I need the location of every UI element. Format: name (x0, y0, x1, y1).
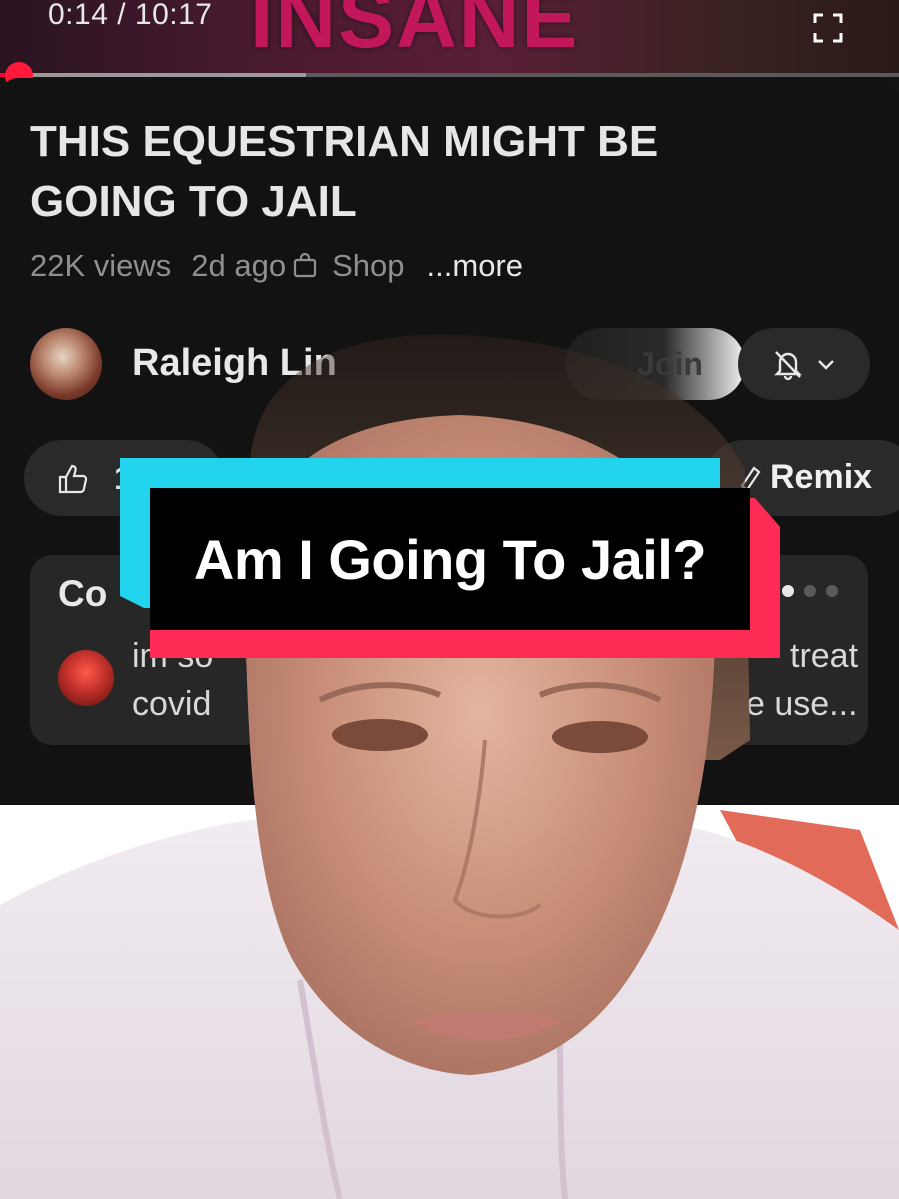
join-button[interactable]: Join (565, 328, 745, 400)
notifications-button[interactable] (738, 328, 870, 400)
channel-name[interactable]: Raleigh Lin (132, 342, 337, 385)
upload-age: 2d ago (191, 248, 287, 283)
video-title: THIS EQUESTRIAN MIGHT BE GOING TO JAIL (30, 117, 659, 226)
caption-sticker: Am I Going To Jail? (120, 458, 780, 658)
pager-dot (804, 585, 816, 597)
bell-off-icon (774, 351, 802, 381)
progress-bar[interactable] (0, 73, 899, 77)
pager-dot-active (782, 585, 794, 597)
comment-text-line2-end: e use... (746, 685, 858, 723)
comments-heading: Co (58, 573, 108, 614)
pager-dot (826, 585, 838, 597)
video-meta[interactable]: 22K views 2d ago Shop ...more (30, 248, 523, 284)
comment-text-line2: covid (132, 685, 212, 723)
like-icon (58, 464, 88, 494)
channel-row: Raleigh Lin Join (30, 326, 880, 406)
mouth (410, 1012, 560, 1040)
caption-text: Am I Going To Jail? (193, 527, 707, 591)
player-time: 0:14 / 10:17 (48, 0, 213, 31)
comment-text-line1-end: treat (790, 637, 859, 675)
chevron-down-icon (818, 360, 834, 370)
backdrop (0, 805, 899, 1199)
red-chair (720, 810, 899, 960)
progress-buffer (0, 73, 306, 77)
channel-avatar[interactable] (30, 328, 102, 400)
comments-pager (782, 585, 838, 597)
hoodie (0, 820, 899, 1199)
view-count: 22K views (30, 248, 172, 283)
shop-link[interactable]: Shop (332, 248, 404, 284)
player-banner-text: INSANE (250, 0, 580, 65)
video-player[interactable]: INSANE 0:14 / 10:17 (0, 0, 899, 76)
remix-label: Remix (770, 458, 873, 496)
fullscreen-icon[interactable] (812, 12, 844, 44)
shop-icon (294, 253, 317, 278)
commenter-avatar (58, 650, 114, 706)
more-link[interactable]: ...more (427, 248, 523, 284)
